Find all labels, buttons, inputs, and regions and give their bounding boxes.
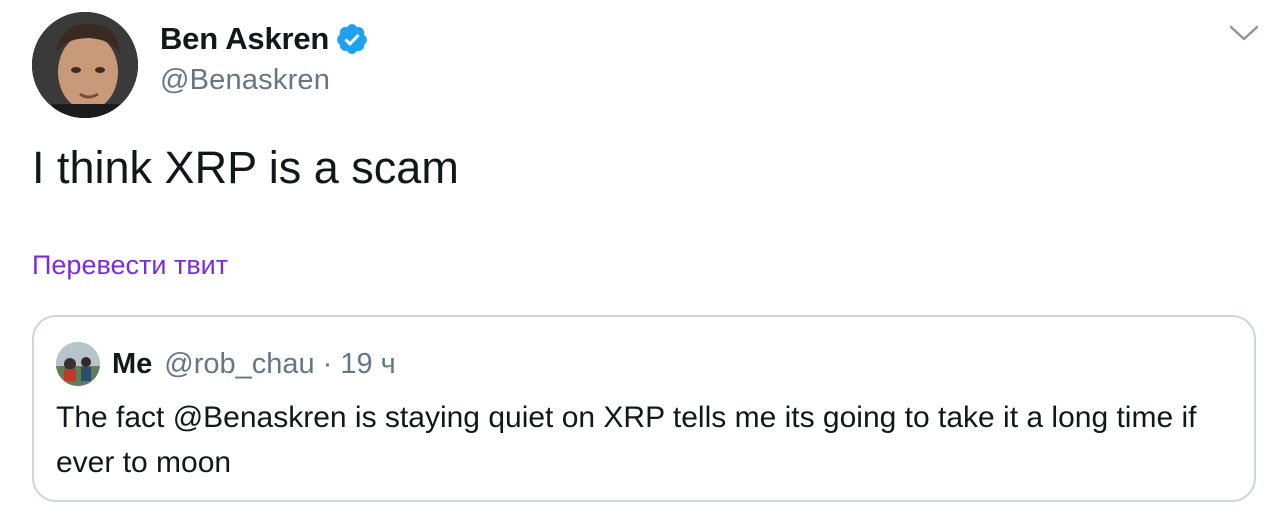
quoted-author-handle: @rob_chau	[164, 347, 315, 380]
author-block: Ben Askren @Benaskren	[160, 18, 369, 97]
quoted-author-avatar	[56, 342, 100, 386]
quoted-tweet-header: Me @rob_chau · 19 ч	[56, 341, 396, 387]
chevron-down-icon[interactable]	[1228, 22, 1260, 44]
translate-tweet-link[interactable]: Перевести твит	[32, 250, 228, 281]
tweet-card: Ben Askren @Benaskren I think XRP is a s…	[0, 0, 1279, 530]
quoted-separator: ·	[322, 347, 333, 380]
verified-badge-icon	[337, 24, 368, 54]
author-avatar[interactable]	[32, 12, 138, 118]
author-handle[interactable]: @Benaskren	[160, 64, 369, 97]
quoted-user-avatar-icon	[56, 342, 100, 386]
quoted-tweet-text: The fact @Benaskren is staying quiet on …	[56, 401, 1197, 479]
user-avatar-icon	[32, 12, 138, 118]
quoted-timestamp: 19 ч	[340, 347, 396, 380]
quoted-author-name: Me	[112, 347, 153, 380]
name-row: Ben Askren	[160, 18, 369, 60]
quoted-tweet[interactable]: Me @rob_chau · 19 ч The fact @Benaskren …	[32, 315, 1256, 502]
tweet-text: I think XRP is a scam	[32, 142, 459, 193]
author-display-name[interactable]: Ben Askren	[160, 21, 329, 57]
